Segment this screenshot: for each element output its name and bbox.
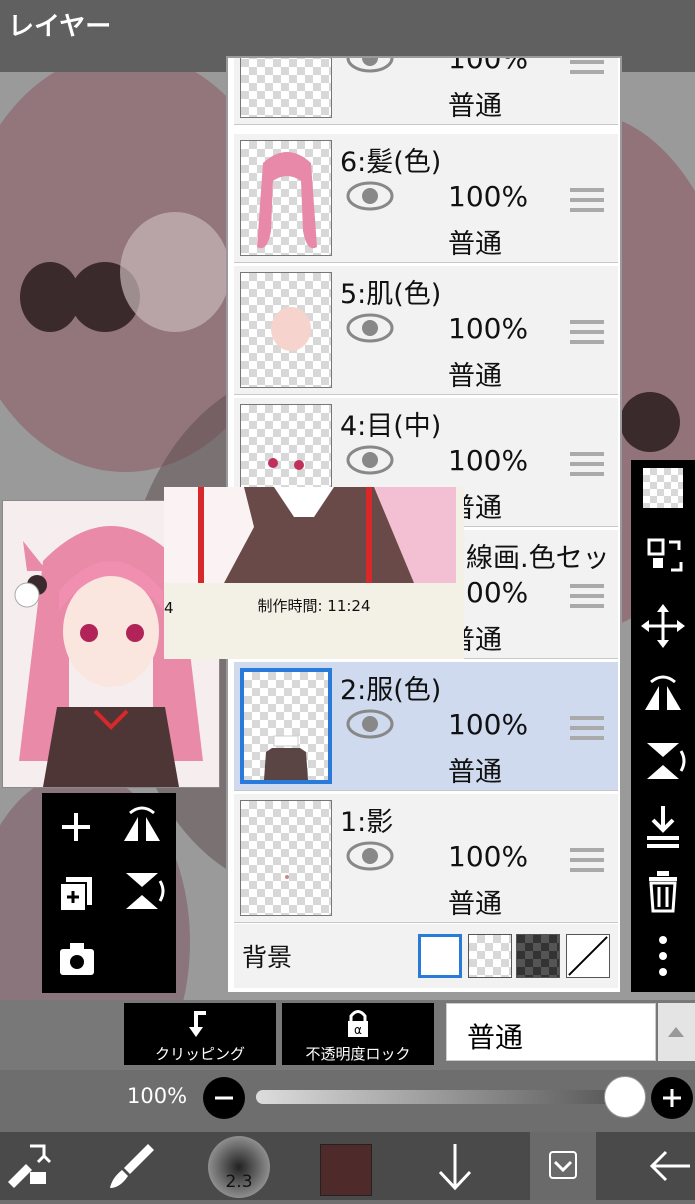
dropdown-arrow-icon[interactable] [658, 1003, 695, 1061]
brush-icon[interactable] [100, 1132, 164, 1200]
background-dark-swatch[interactable] [516, 934, 560, 978]
layer-thumbnail[interactable] [240, 668, 332, 784]
hair-thumbnail-art [257, 152, 317, 249]
background-row: 背景 [234, 924, 618, 988]
alpha-lock-button[interactable]: α 不透明度ロック [282, 1003, 434, 1065]
minus-icon[interactable] [203, 1077, 245, 1119]
background-none-swatch[interactable] [566, 934, 610, 978]
tooltip-image [164, 487, 456, 583]
background-white-swatch[interactable] [418, 934, 462, 978]
layer-opacity: 00% [466, 576, 529, 609]
background-transparent-swatch[interactable] [468, 934, 512, 978]
layers-button[interactable] [530, 1132, 596, 1200]
layer-opacity: 100% [448, 180, 529, 213]
layer-thumbnail[interactable] [240, 58, 332, 118]
layer-blend-mode: 普通 [448, 757, 502, 788]
layer-opacity: 100% [448, 56, 529, 75]
background-label: 背景 [242, 943, 293, 972]
flip-vertical-icon[interactable] [637, 735, 689, 787]
eye-icon[interactable] [346, 708, 394, 740]
eye-icon[interactable] [346, 56, 394, 74]
drag-handle-icon[interactable] [570, 848, 604, 878]
drag-handle-icon[interactable] [570, 188, 604, 218]
layer-name: 線画.色セッ [466, 543, 610, 574]
creation-time-tooltip: 4 制作時間: 11:24 [164, 487, 464, 659]
clipping-arrow-icon [189, 1011, 206, 1037]
layer-thumbnail[interactable] [240, 272, 332, 388]
drag-handle-icon[interactable] [570, 716, 604, 746]
layer-name: 4:目(中) [340, 411, 442, 442]
back-arrow-icon[interactable] [640, 1132, 695, 1200]
drag-handle-icon[interactable] [570, 320, 604, 350]
flip-horizontal-icon[interactable] [112, 797, 172, 857]
page-title: レイヤー [8, 12, 112, 42]
layer-name: 6:髪(色) [340, 147, 442, 178]
add-layer-icon[interactable] [46, 797, 106, 857]
tool-switch-icon[interactable] [0, 1132, 56, 1200]
layer-opacity: 100% [448, 840, 529, 873]
layer-swap-icon[interactable] [637, 530, 689, 582]
chevron-down-icon [549, 1151, 577, 1179]
eye-icon[interactable] [346, 840, 394, 872]
opacity-slider[interactable] [256, 1090, 626, 1104]
layer-opacity: 100% [448, 312, 529, 345]
shadow-thumbnail-art [285, 875, 289, 879]
more-options-icon[interactable] [637, 930, 689, 982]
drag-handle-icon[interactable] [570, 58, 604, 80]
eye-icon[interactable] [346, 444, 394, 476]
layer-opacity: 100% [448, 444, 529, 477]
right-toolbar [631, 460, 695, 992]
alpha-lock-label: 不透明度ロック [305, 1045, 411, 1063]
lock-icon: α [348, 1010, 368, 1037]
creation-time-text: 制作時間: 11:24 [257, 597, 371, 615]
layer-opacity: 100% [448, 708, 529, 741]
layer-row[interactable]: 6:髪(色) 100% 普通 [234, 134, 618, 263]
layer-blend-mode: 普通 [448, 91, 502, 122]
left-toolbar [42, 793, 176, 993]
color-button[interactable] [314, 1132, 380, 1200]
merge-down-icon[interactable] [637, 800, 689, 852]
svg-text:α: α [354, 1023, 362, 1037]
layer-row[interactable]: 5:肌(色) 100% 普通 [234, 266, 618, 395]
layer-blend-mode: 普通 [448, 889, 502, 920]
skin-thumbnail-art [271, 307, 311, 351]
brush-size-value: 2.3 [225, 1172, 253, 1192]
arrow-down-icon[interactable] [430, 1132, 480, 1200]
bottom-toolbar: 2.3 [0, 1132, 695, 1200]
layer-name: 2:服(色) [340, 675, 442, 706]
eye-icon[interactable] [346, 180, 394, 212]
transparency-checker-icon[interactable] [643, 468, 683, 508]
clothes-thumbnail-art [264, 735, 308, 780]
camera-icon[interactable] [46, 929, 106, 989]
current-color-swatch [320, 1144, 372, 1196]
blend-mode-select[interactable]: 普通 [446, 1003, 656, 1061]
layer-blend-mode: 普通 [448, 361, 502, 392]
flip-horizontal-icon[interactable] [637, 670, 689, 722]
clipping-label: クリッピング [154, 1045, 245, 1063]
clothing-closeup-art [164, 487, 456, 583]
plus-icon[interactable] [651, 1077, 693, 1119]
layer-blend-mode: 普通 [448, 229, 502, 260]
blend-mode-value: 普通 [467, 1021, 524, 1054]
layer-action-bar: クリッピング α 不透明度ロック 普通 [0, 1000, 695, 1070]
layer-row-selected[interactable]: 2:服(色) 100% 普通 [234, 662, 618, 791]
move-icon[interactable] [637, 600, 689, 652]
opacity-slider-bar: 100% [0, 1070, 695, 1132]
trash-icon[interactable] [637, 865, 689, 917]
layer-name: 1:影 [340, 807, 394, 838]
drag-handle-icon[interactable] [570, 452, 604, 482]
opacity-slider-knob[interactable] [604, 1076, 646, 1118]
eye-icon[interactable] [346, 312, 394, 344]
layer-thumbnail[interactable] [240, 140, 332, 256]
drag-handle-icon[interactable] [570, 584, 604, 614]
layer-name: 5:肌(色) [340, 279, 442, 310]
clipping-button[interactable]: クリッピング [124, 1003, 276, 1065]
flip-vertical-icon[interactable] [112, 861, 172, 921]
layer-thumbnail[interactable] [240, 800, 332, 916]
duplicate-layer-icon[interactable] [46, 861, 106, 921]
opacity-value: 100% [127, 1084, 188, 1108]
brush-size-indicator[interactable]: 2.3 [204, 1132, 274, 1200]
layer-row-top[interactable]: 100% 普通 [234, 56, 618, 125]
layer-row[interactable]: 1:影 100% 普通 [234, 794, 618, 923]
